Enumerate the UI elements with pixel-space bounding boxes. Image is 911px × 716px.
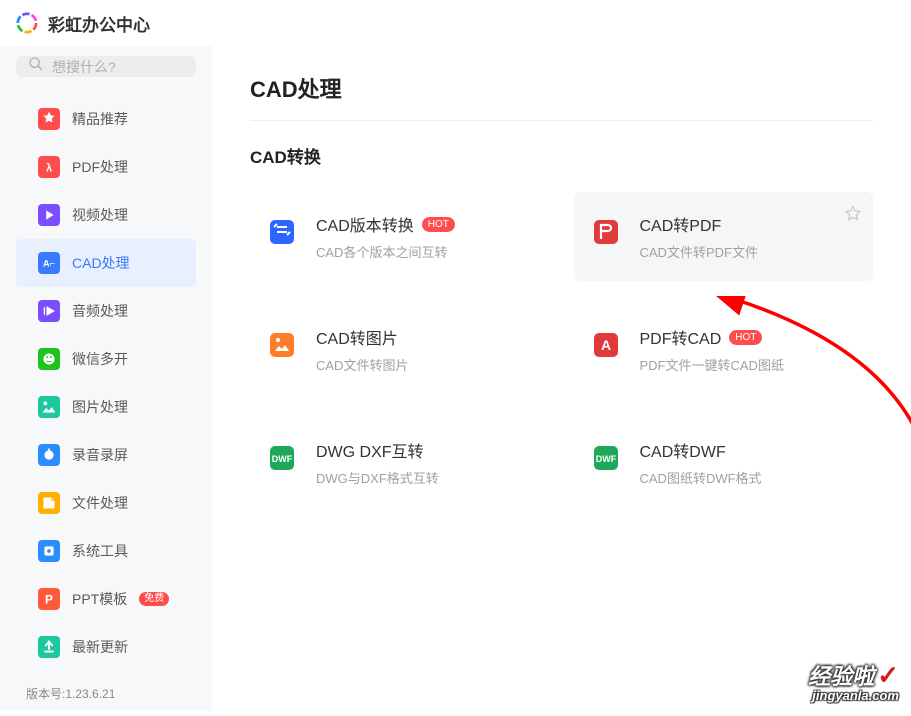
badge-free: 免费 [139,592,169,606]
tool-text: CAD转图片 CAD文件转图片 [316,325,408,374]
tool-card-0[interactable]: CAD版本转换 HOT CAD各个版本之间互转 [250,192,550,281]
nav-icon [38,204,60,226]
tool-desc: CAD图纸转DWF格式 [640,468,762,487]
tool-card-2[interactable]: CAD转图片 CAD文件转图片 [250,305,550,394]
sidebar-item-7[interactable]: 录音录屏 [16,431,196,479]
nav-label: 系统工具 [72,541,128,561]
nav-label: PPT模板 [72,589,127,609]
page-title: CAD处理 [250,72,873,121]
tool-card-3[interactable]: A PDF转CAD HOT PDF文件一键转CAD图纸 [574,305,874,394]
search-box[interactable] [16,56,196,77]
svg-text:DWF: DWF [595,454,616,464]
watermark-url: jingyanla.com [812,689,899,703]
tool-icon [264,214,300,250]
sidebar-item-11[interactable]: 最新更新 [16,623,196,671]
tool-text: CAD转PDF CAD文件转PDF文件 [640,212,758,261]
nav-icon: λ [38,156,60,178]
star-icon[interactable] [843,204,863,229]
content-area: CAD处理 CAD转换 CAD版本转换 HOT CAD各个版本之间互转 CAD转… [212,46,911,711]
badge-hot: HOT [729,330,762,345]
tool-desc: CAD文件转图片 [316,355,408,374]
tool-title: CAD转PDF [640,212,722,236]
tool-icon: DWF [588,440,624,476]
nav-icon [38,348,60,370]
nav-label: 微信多开 [72,349,128,369]
watermark: 经验啦 ✓ jingyanla.com [808,662,899,703]
nav-list: 精品推荐 λ PDF处理 视频处理 A⌐ CAD处理 音频处理 微信多开 [16,95,196,671]
tool-title: CAD转图片 [316,325,398,349]
svg-text:λ: λ [46,163,52,175]
app-header: 彩虹办公中心 [0,0,911,46]
nav-label: 视频处理 [72,205,128,225]
nav-label: 图片处理 [72,397,128,417]
nav-label: 最新更新 [72,637,128,657]
sidebar-item-10[interactable]: P PPT模板 免费 [16,575,196,623]
tool-text: DWG DXF互转 DWG与DXF格式互转 [316,438,439,487]
tool-title: CAD版本转换 [316,212,414,236]
sidebar-item-0[interactable]: 精品推荐 [16,95,196,143]
nav-label: 录音录屏 [72,445,128,465]
sidebar-item-1[interactable]: λ PDF处理 [16,143,196,191]
tool-desc: CAD各个版本之间互转 [316,242,455,261]
logo-icon [16,12,38,34]
sidebar-item-2[interactable]: 视频处理 [16,191,196,239]
nav-label: 精品推荐 [72,109,128,129]
nav-label: 文件处理 [72,493,128,513]
nav-icon [38,444,60,466]
app-title: 彩虹办公中心 [48,11,150,36]
tool-desc: CAD文件转PDF文件 [640,242,758,261]
tool-text: CAD版本转换 HOT CAD各个版本之间互转 [316,212,455,261]
sidebar-item-5[interactable]: 微信多开 [16,335,196,383]
section-title: CAD转换 [250,143,873,168]
version-label: 版本号:1.23.6.21 [16,671,196,716]
nav-icon [38,636,60,658]
tool-desc: DWG与DXF格式互转 [316,468,439,487]
tool-title: DWG DXF互转 [316,438,424,462]
search-input[interactable] [52,59,233,75]
tool-card-5[interactable]: DWF CAD转DWF CAD图纸转DWF格式 [574,418,874,507]
svg-text:P: P [45,593,53,607]
tool-icon: DWF [264,440,300,476]
tool-icon [264,327,300,363]
nav-icon [38,492,60,514]
tool-title: PDF转CAD [640,325,722,349]
svg-text:A⌐: A⌐ [43,259,55,269]
sidebar-item-8[interactable]: 文件处理 [16,479,196,527]
tool-text: CAD转DWF CAD图纸转DWF格式 [640,438,762,487]
nav-label: CAD处理 [72,253,130,273]
tool-desc: PDF文件一键转CAD图纸 [640,355,784,374]
svg-text:A: A [600,337,610,353]
badge-hot: HOT [422,217,455,232]
nav-icon [38,300,60,322]
watermark-text: 经验啦 [808,665,874,688]
nav-icon: A⌐ [38,252,60,274]
tool-grid: CAD版本转换 HOT CAD各个版本之间互转 CAD转PDF CAD文件转PD… [250,192,873,507]
sidebar-item-6[interactable]: 图片处理 [16,383,196,431]
sidebar-item-4[interactable]: 音频处理 [16,287,196,335]
nav-icon [38,396,60,418]
tool-card-1[interactable]: CAD转PDF CAD文件转PDF文件 [574,192,874,281]
sidebar-item-9[interactable]: 系统工具 [16,527,196,575]
tool-icon: A [588,327,624,363]
sidebar-item-3[interactable]: A⌐ CAD处理 [16,239,196,287]
tool-icon [588,214,624,250]
nav-icon: P [38,588,60,610]
search-icon [28,56,44,77]
tool-text: PDF转CAD HOT PDF文件一键转CAD图纸 [640,325,784,374]
nav-icon [38,540,60,562]
check-icon: ✓ [877,662,899,689]
nav-label: 音频处理 [72,301,128,321]
tool-title: CAD转DWF [640,438,726,462]
svg-text:DWF: DWF [272,454,293,464]
tool-card-4[interactable]: DWF DWG DXF互转 DWG与DXF格式互转 [250,418,550,507]
sidebar: 精品推荐 λ PDF处理 视频处理 A⌐ CAD处理 音频处理 微信多开 [0,46,212,711]
nav-label: PDF处理 [72,157,128,177]
nav-icon [38,108,60,130]
